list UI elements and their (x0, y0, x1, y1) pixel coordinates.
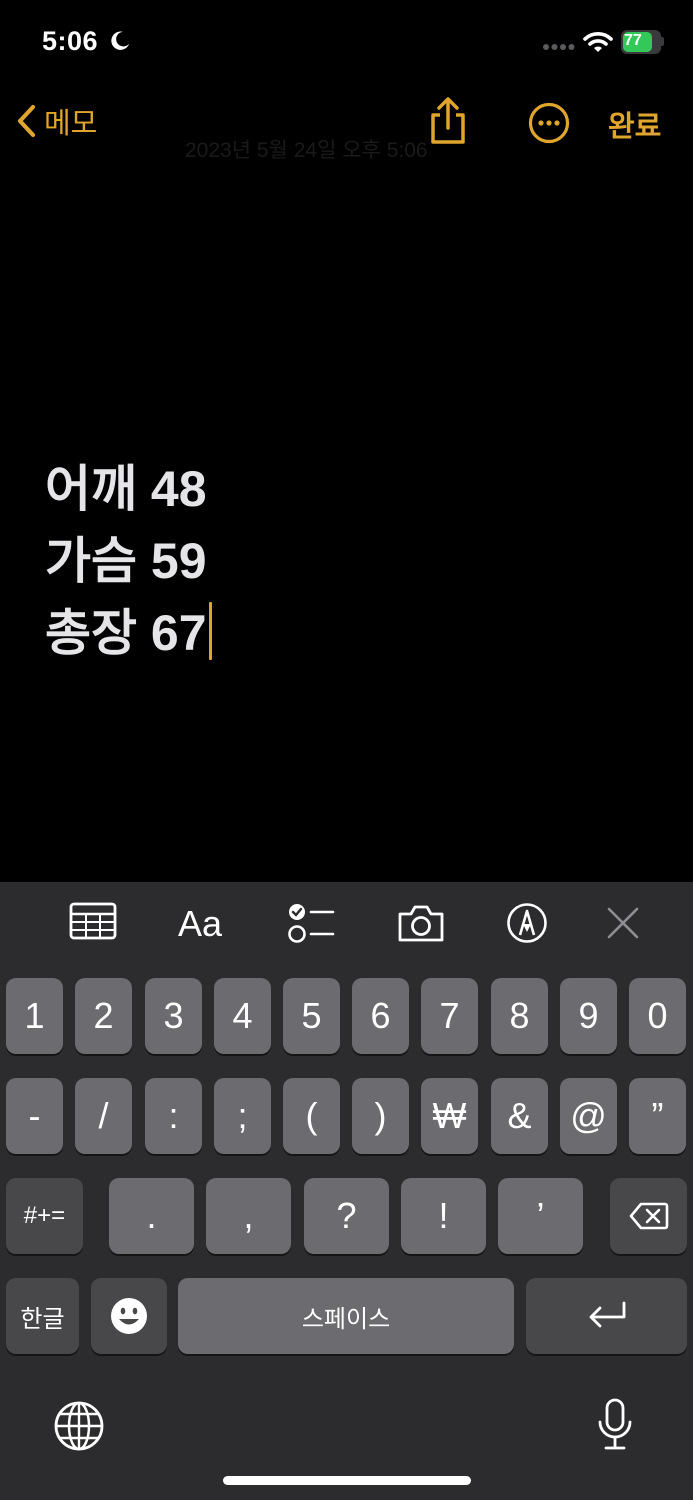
return-icon (589, 1301, 625, 1328)
close-icon[interactable] (606, 906, 640, 940)
camera-icon[interactable] (396, 902, 446, 944)
key-5[interactable]: 5 (283, 978, 340, 1054)
globe-icon[interactable] (53, 1400, 105, 1452)
back-label: 메모 (44, 108, 98, 140)
key-period[interactable]: . (109, 1178, 194, 1254)
back-button[interactable]: 메모 (14, 100, 97, 142)
key-korean-toggle[interactable]: 한글 (6, 1278, 79, 1354)
note-line-3: 총장 67 (45, 601, 212, 673)
key-2[interactable]: 2 (75, 978, 132, 1054)
key-space[interactable]: 스페이스 (178, 1278, 514, 1354)
key-emoji[interactable] (91, 1278, 167, 1354)
key-symbols-toggle[interactable]: #+= (6, 1178, 83, 1254)
key-4[interactable]: 4 (214, 978, 271, 1054)
note-line-1: 어깨 48 (45, 461, 207, 517)
chevron-left-icon (17, 104, 36, 138)
checklist-icon[interactable] (287, 902, 335, 944)
key-0[interactable]: 0 (629, 978, 686, 1054)
key-3[interactable]: 3 (145, 978, 202, 1054)
key-ampersand[interactable]: & (491, 1078, 548, 1154)
note-line-3-text: 총장 67 (45, 605, 207, 661)
key-comma[interactable]: , (206, 1178, 291, 1254)
key-hyphen[interactable]: - (6, 1078, 63, 1154)
moon-icon (111, 31, 130, 50)
format-button[interactable]: Aa (178, 903, 222, 945)
key-question[interactable]: ? (304, 1178, 389, 1254)
table-icon[interactable] (69, 902, 117, 940)
key-apostrophe[interactable]: ’ (498, 1178, 583, 1254)
home-indicator[interactable] (223, 1476, 471, 1485)
note-line-2: 가슴 59 (45, 533, 207, 589)
text-caret (208, 602, 212, 660)
key-exclamation[interactable]: ! (401, 1178, 486, 1254)
more-icon[interactable] (528, 102, 570, 144)
key-return[interactable] (526, 1278, 687, 1354)
key-7[interactable]: 7 (421, 978, 478, 1054)
key-semicolon[interactable]: ; (214, 1078, 271, 1154)
battery-level: 77 (624, 32, 642, 49)
wifi-icon (583, 32, 613, 52)
done-button[interactable]: 완료 (608, 103, 661, 145)
key-at[interactable]: @ (560, 1078, 617, 1154)
key-open-paren[interactable]: ( (283, 1078, 340, 1154)
note-body[interactable]: 어깨 48 가슴 59 총장 67 (45, 457, 212, 673)
key-6[interactable]: 6 (352, 978, 409, 1054)
key-quote[interactable]: ” (629, 1078, 686, 1154)
key-delete[interactable] (610, 1178, 687, 1254)
key-slash[interactable]: / (75, 1078, 132, 1154)
battery-icon: 77 (621, 30, 665, 54)
key-won[interactable]: ₩ (421, 1078, 478, 1154)
key-9[interactable]: 9 (560, 978, 617, 1054)
microphone-icon[interactable] (595, 1397, 635, 1453)
key-colon[interactable]: : (145, 1078, 202, 1154)
share-icon[interactable] (427, 96, 469, 146)
key-8[interactable]: 8 (491, 978, 548, 1054)
cellular-dots-icon (543, 44, 575, 50)
key-close-paren[interactable]: ) (352, 1078, 409, 1154)
emoji-icon (111, 1298, 147, 1334)
markup-pen-icon[interactable] (505, 902, 549, 944)
note-date: 2023년 5월 24일 오후 5:06 (185, 139, 428, 162)
delete-icon (629, 1202, 668, 1230)
key-1[interactable]: 1 (6, 978, 63, 1054)
status-time: 5:06 (42, 26, 99, 56)
